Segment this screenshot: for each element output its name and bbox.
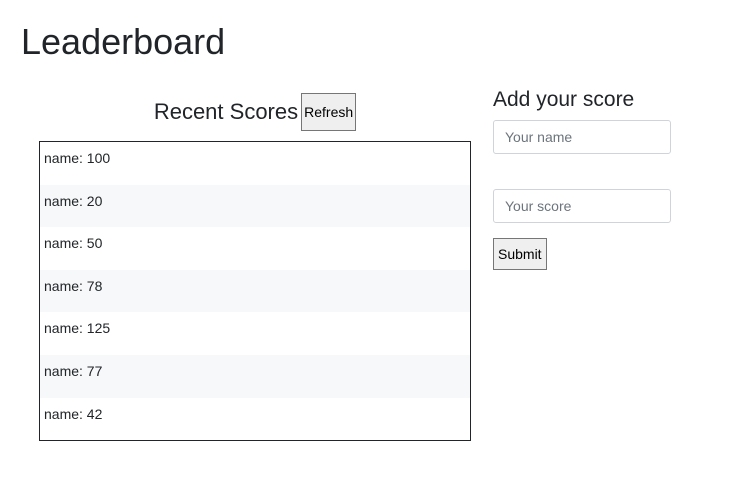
score-row: name: 20 bbox=[40, 184, 470, 228]
score-row: name: 78 bbox=[40, 269, 470, 313]
score-row: name: 100 bbox=[44, 150, 111, 166]
name-input[interactable] bbox=[493, 120, 671, 154]
refresh-button[interactable]: Refresh bbox=[301, 93, 357, 131]
page-title: Leaderboard bbox=[21, 21, 226, 62]
score-row: name: 50 bbox=[44, 235, 103, 252]
page: Leaderboard Recent Scores Refresh name: … bbox=[0, 0, 733, 483]
recent-scores-heading: Recent Scores bbox=[153, 99, 299, 124]
add-score-heading: Add your score bbox=[493, 88, 635, 111]
score-row: name: 42 bbox=[44, 405, 103, 422]
add-score-form: Add your score Submit bbox=[493, 86, 673, 270]
score-row: name: 125 bbox=[44, 320, 111, 337]
scores-list: name: 100 name: 20 name: 50 name: 78 nam… bbox=[39, 141, 471, 441]
score-input[interactable] bbox=[493, 189, 671, 223]
submit-button[interactable]: Submit bbox=[493, 238, 547, 270]
score-row: name: 77 bbox=[40, 354, 470, 398]
recent-scores-header: Recent Scores Refresh bbox=[40, 92, 470, 132]
